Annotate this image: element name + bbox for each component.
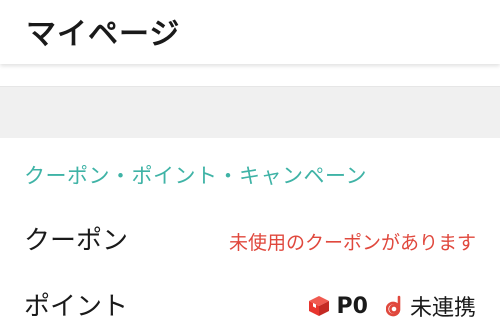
point-row[interactable]: ポイント P0 未連携 (0, 276, 500, 336)
app-header: マイページ (0, 0, 500, 64)
coupon-label: クーポン (24, 226, 129, 256)
section-divider (0, 86, 500, 138)
coupon-row[interactable]: クーポン 未使用のクーポンがあります (0, 210, 500, 270)
section-title: クーポン・ポイント・キャンペーン (24, 164, 367, 188)
red-box-icon (308, 296, 329, 316)
point-link-status: 未連携 (409, 296, 476, 321)
point-label: ポイント (24, 292, 129, 322)
point-value: P0 (336, 293, 368, 319)
coupon-status: 未使用のクーポンがあります (228, 232, 476, 254)
d-point-icon (385, 295, 401, 317)
point-summary: P0 未連携 (307, 290, 476, 322)
page-title: マイページ (26, 17, 181, 52)
